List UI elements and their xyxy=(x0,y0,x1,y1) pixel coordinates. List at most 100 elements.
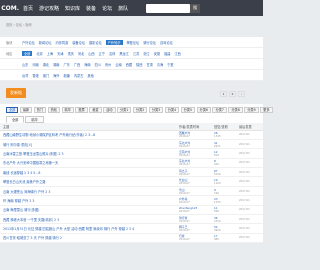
topic-link[interactable]: 广东 xyxy=(64,62,70,67)
topic-link[interactable]: 云南 xyxy=(115,62,121,67)
thread-title-link[interactable]: 环 海南 穿越 户外 2 3 xyxy=(3,199,34,203)
topic-link[interactable]: 全部 xyxy=(22,50,33,56)
filter-chip[interactable]: 更多 xyxy=(260,107,273,113)
table-row[interactable]: 东北户外 大兴安岭中国极寒之地第一天 东北户外 2016-07 8 410 2017-01 xyxy=(0,158,263,169)
topic-link[interactable]: 山西 xyxy=(88,51,94,56)
table-row[interactable]: 云南 大理苍山 洱海骑行 户外 2 3 雪山 2016-07 9 740 2017-01 xyxy=(0,186,263,197)
topic-link[interactable]: 天津 xyxy=(57,51,63,56)
thread-title-link[interactable]: 骑行 阿尔泰·重庆[4] xyxy=(3,143,32,147)
topic-link[interactable]: 福建 xyxy=(164,51,170,56)
table-row[interactable]: 2012年1月31日 长征 穿越 四姑娘山 户外 大型 活动 西藏 阿里 狮泉河… xyxy=(0,223,263,234)
topic-link[interactable]: 西藏 xyxy=(126,62,132,67)
site-logo[interactable]: .COM xyxy=(0,5,19,12)
new-post-button[interactable]: 发新帖 xyxy=(6,88,26,98)
topic-link[interactable]: 山东 xyxy=(22,62,28,67)
last-post-date[interactable]: 2017-01 xyxy=(239,152,263,155)
thread-title-link[interactable]: 四川甘孜·稻城亚丁 5 天 户外 穿越 骑行 2 xyxy=(3,236,62,240)
last-post-date[interactable]: 2017-01 xyxy=(239,161,263,164)
topic-link[interactable]: 江西 xyxy=(174,51,180,56)
topic-link[interactable]: 海南 xyxy=(84,62,90,67)
last-post-date[interactable]: 2017-01 xyxy=(239,208,263,211)
topic-link[interactable]: 广西 xyxy=(74,62,80,67)
thread-title-link[interactable]: 云南·梅里雪山 骑行(多图) xyxy=(3,208,39,212)
table-row[interactable]: 西藏 珠峰大本营 一千里 天路(精彩) 2 3 骑行者 2016-07 36 2350 2… xyxy=(0,214,263,225)
last-post-date[interactable]: 2017-01 xyxy=(239,236,263,239)
filter-chip[interactable]: 全部 xyxy=(6,107,19,113)
topic-link[interactable]: 上海 xyxy=(47,51,53,56)
page-next[interactable]: › xyxy=(238,91,245,97)
page-2[interactable]: 2 xyxy=(229,91,236,97)
filter-chip[interactable]: 活动 xyxy=(103,107,116,113)
table-row[interactable]: 骑行 阿尔泰·重庆[4] 东北户外 2016-07 41 2671 2017-01 xyxy=(0,139,263,150)
topic-link[interactable]: 四川 xyxy=(95,62,101,67)
nav-gear[interactable]: 装备 xyxy=(86,5,96,12)
last-post-date[interactable]: 2017-01 xyxy=(239,133,263,136)
table-row[interactable]: 四川甘孜·稻城亚丁 5 天 户外 穿越 骑行 2 行者 2016-07 17 980 20… xyxy=(0,233,263,244)
filter-chip[interactable]: 投票 xyxy=(75,107,88,113)
thread-title-link[interactable]: 2012年1月31日 长征 穿越 四姑娘山 户外 大型 活动 西藏 阿里 狮泉河… xyxy=(3,227,134,231)
thread-title-link[interactable]: 攀登长白山天池 最美户外之路 xyxy=(3,180,45,184)
topic-link[interactable]: 其他 xyxy=(87,73,93,78)
filter-chip[interactable]: 热帖 xyxy=(47,107,60,113)
last-post-date[interactable]: 2017-01 xyxy=(239,199,263,202)
filter-chip[interactable]: 最新 xyxy=(19,107,33,113)
topic-link[interactable]: 贵州 xyxy=(105,62,111,67)
topic-link[interactable]: 北京 xyxy=(36,51,42,56)
topic-link[interactable]: 摄影论坛 xyxy=(89,40,102,45)
topic-link[interactable]: 江苏 xyxy=(133,51,139,56)
topic-link[interactable]: 安徽 xyxy=(154,51,160,56)
tab-all[interactable]: 全部 xyxy=(6,116,25,123)
nav-team[interactable]: 旅队 xyxy=(118,5,128,12)
topic-link[interactable]: 陕西 xyxy=(136,62,142,67)
filter-chip[interactable]: 分类1 xyxy=(117,107,132,113)
thread-title-link[interactable]: 云南 大理苍山 洱海骑行 户外 2 3 xyxy=(3,190,50,194)
filter-chip[interactable]: 分类5 xyxy=(180,107,196,113)
nav-forum[interactable]: 论坛 xyxy=(102,5,112,12)
topic-link[interactable]: 骑行论坛 xyxy=(143,40,156,45)
topic-link[interactable]: 宁夏 xyxy=(167,62,173,67)
filter-chip[interactable]: 分类9 xyxy=(244,107,259,113)
topic-link[interactable]: 新闻论坛 xyxy=(39,40,52,45)
filter-chip[interactable]: 分类4 xyxy=(164,107,180,113)
topic-link[interactable]: 海外 xyxy=(53,73,59,78)
topic-link[interactable]: 台湾 xyxy=(22,73,28,78)
thread-title-link[interactable]: 西藏山南野生动物 地狱小湖保护区科考 户外版行纪(作者) 2 3...8 xyxy=(3,133,95,137)
topic-link[interactable]: 约伴同游 xyxy=(56,40,69,45)
topic-link[interactable]: 湖北 xyxy=(43,62,49,67)
filter-chip[interactable]: 分类8 xyxy=(228,107,243,113)
filter-chip[interactable]: 热门 xyxy=(33,107,47,113)
nav-home[interactable]: 首页 xyxy=(23,5,33,12)
thread-title-link[interactable]: 西藏 珠峰大本营 一千里 天路(精彩) 2 3 xyxy=(3,218,59,222)
topic-link[interactable]: 新疆 xyxy=(64,73,70,78)
topic-link[interactable]: 户外论坛 xyxy=(22,40,35,45)
topic-link[interactable]: 澳门 xyxy=(43,73,49,78)
topic-link[interactable]: 浙江 xyxy=(143,51,149,56)
filter-chip[interactable]: 悬赏 xyxy=(89,107,102,113)
topic-link[interactable]: 户外知识 xyxy=(105,39,123,45)
table-row[interactable]: 云南·梅里雪山 骑行(多图) zhenfeng123 2016-07 11 560 201… xyxy=(0,205,263,216)
last-post-date[interactable]: 2017-01 xyxy=(239,227,263,230)
page-1[interactable]: 1 xyxy=(220,91,227,97)
last-post-date[interactable]: 2017-01 xyxy=(239,143,263,146)
nav-travelogue[interactable]: 游记攻略 xyxy=(39,5,59,12)
search-button[interactable]: 搜 xyxy=(190,3,201,13)
filter-chip[interactable]: 精华 xyxy=(61,107,74,113)
filter-chip[interactable]: 分类3 xyxy=(148,107,164,113)
filter-chip[interactable]: 分类7 xyxy=(212,107,227,113)
topic-link[interactable]: 内蒙古 xyxy=(74,73,84,78)
topic-link[interactable]: 吉林 xyxy=(109,51,115,56)
topic-link[interactable]: 青海 xyxy=(157,62,163,67)
tab-digest[interactable]: 精华 xyxy=(25,116,44,123)
thread-title-link[interactable]: 云南冰雪之旅 攀登玉龙雪山照片(多图) 2 3 xyxy=(3,152,64,156)
nav-knowledge[interactable]: 知识库 xyxy=(65,5,80,12)
topic-link[interactable]: 黑龙江 xyxy=(119,51,129,56)
last-post-date[interactable]: 2017-01 xyxy=(239,190,263,193)
topic-link[interactable]: 辽宁 xyxy=(99,51,105,56)
topic-link[interactable]: 湖南 xyxy=(53,62,59,67)
topic-link[interactable]: 河南 xyxy=(32,62,38,67)
topic-link[interactable]: 自驾论坛 xyxy=(160,40,173,45)
last-post-date[interactable]: 2017-01 xyxy=(239,218,263,221)
table-row[interactable]: 云南冰雪之旅 攀登玉龙雪山照片(多图) 2 3 云南户外 2016-07 12 819 2… xyxy=(0,148,263,159)
last-post-date[interactable]: 2017-01 xyxy=(239,171,263,174)
search-input[interactable] xyxy=(146,3,191,13)
